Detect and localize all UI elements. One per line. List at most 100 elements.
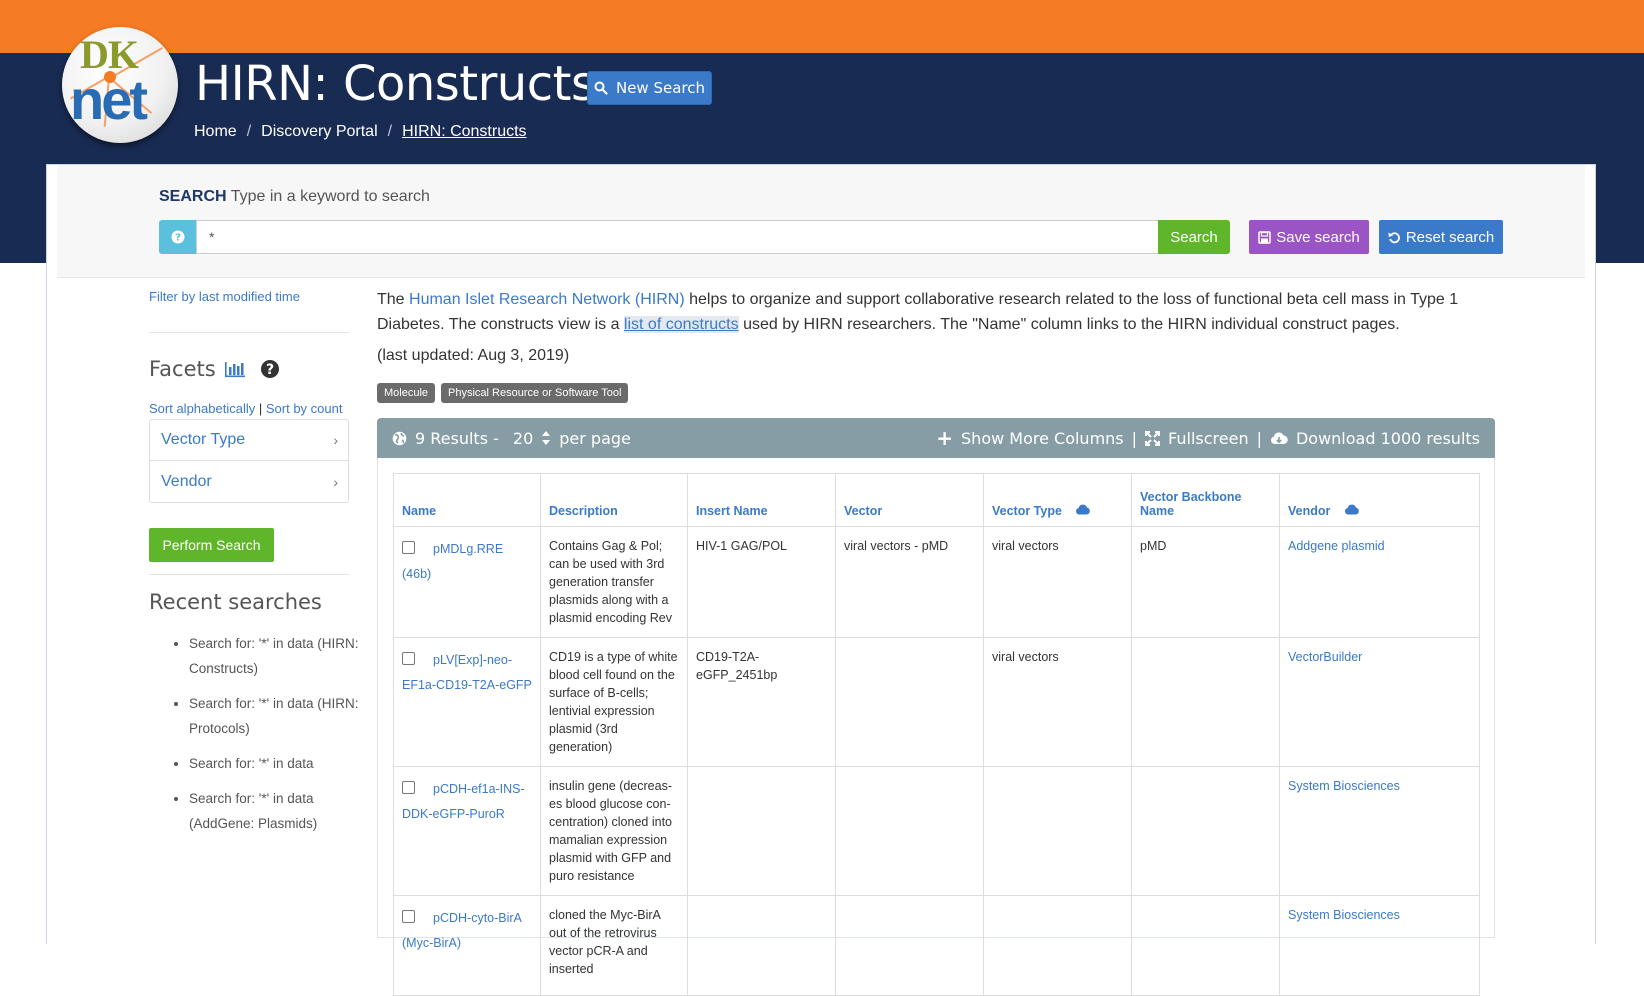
svg-text:?: ?: [175, 233, 181, 244]
last-updated-text: (last updated: Aug 3, 2019): [377, 347, 570, 364]
cloud-icon[interactable]: [1075, 504, 1091, 515]
floppy-icon: [1258, 230, 1272, 244]
tag-physical-resource[interactable]: Physical Resource or Software Tool: [441, 383, 629, 403]
facet-vendor[interactable]: Vendor ›: [150, 461, 348, 502]
facet-sort-links: Sort alphabetically | Sort by count: [149, 401, 342, 416]
results-toolbar: 9 Results - 20 per page + Show More Colu…: [377, 418, 1495, 458]
bar-chart-icon[interactable]: [224, 360, 246, 378]
column-header-vector-type[interactable]: Vector Type: [983, 473, 1132, 527]
sort-separator: |: [258, 401, 263, 416]
column-header-vendor[interactable]: Vendor: [1279, 473, 1480, 527]
list-of-constructs-link[interactable]: list of constructs: [623, 316, 739, 333]
backbone-cell: [1131, 766, 1280, 896]
vector-type-cell: viral vectors: [983, 526, 1132, 638]
vendor-cell: System Biosciences: [1279, 895, 1480, 996]
search-label-bold: SEARCH: [159, 188, 227, 205]
filter-by-modified-link[interactable]: Filter by last modified time: [149, 289, 300, 304]
vendor-cell: Addgene plasmid: [1279, 526, 1480, 638]
name-cell: pLV[Exp]-neo-EF1a-CD19-T2A-eGFP: [393, 637, 541, 767]
breadcrumb-home[interactable]: Home: [194, 123, 237, 141]
construct-name-link[interactable]: pCDH-ef1a-INS-DDK-eGFP-PuroR: [402, 782, 525, 821]
vendor-link[interactable]: System Biosciences: [1288, 908, 1400, 922]
table-row: pCDH-ef1a-INS-DDK-eGFP-PuroR insulin gen…: [393, 766, 1480, 896]
column-header-vector-backbone-name[interactable]: Vector Backbone Name: [1131, 473, 1280, 527]
table-row: pMDLg.RRE (46b) Contains Gag & Pol; can …: [393, 526, 1480, 638]
breadcrumb-discovery-portal[interactable]: Discovery Portal: [261, 123, 377, 141]
dknet-logo[interactable]: DK net: [62, 27, 178, 143]
hirn-link[interactable]: Human Islet Research Network (HIRN): [409, 291, 685, 308]
sidebar-divider: [149, 332, 349, 333]
main-panel: SEARCH Type in a keyword to search ? Sea…: [46, 164, 1596, 996]
recent-search-item[interactable]: Search for: '*' in data (HIRN: Protocols…: [189, 691, 359, 741]
perform-search-button[interactable]: Perform Search: [149, 528, 274, 562]
search-button[interactable]: Search: [1158, 220, 1230, 254]
recent-search-item[interactable]: Search for: '*' in data (AddGene: Plasmi…: [189, 786, 359, 836]
fullscreen-button[interactable]: Fullscreen: [1168, 429, 1249, 448]
column-header-label: Vendor: [1288, 504, 1331, 518]
sort-alphabetically-link[interactable]: Sort alphabetically: [149, 401, 255, 416]
search-help-button[interactable]: ?: [159, 220, 197, 254]
search-box: SEARCH Type in a keyword to search ? Sea…: [57, 165, 1585, 278]
chevron-right-icon: ›: [333, 432, 338, 448]
row-checkbox[interactable]: [402, 541, 415, 555]
save-search-button[interactable]: Save search: [1249, 220, 1369, 254]
row-checkbox[interactable]: [402, 781, 415, 795]
construct-name-link[interactable]: pLV[Exp]-neo-EF1a-CD19-T2A-eGFP: [402, 653, 532, 692]
row-checkbox[interactable]: [402, 652, 415, 666]
recent-searches-list: Search for: '*' in data (HIRN: Construct…: [189, 631, 359, 846]
breadcrumb-current[interactable]: HIRN: Constructs: [402, 123, 526, 141]
show-more-columns-button[interactable]: Show More Columns: [961, 429, 1124, 448]
recent-search-item[interactable]: Search for: '*' in data: [189, 751, 359, 776]
table-row: pLV[Exp]-neo-EF1a-CD19-T2A-eGFP CD19 is …: [393, 637, 1480, 767]
description-cell: insulin gene (decreas-es blood glucose c…: [540, 766, 688, 896]
category-tags: Molecule Physical Resource or Software T…: [377, 383, 629, 403]
sidebar-divider: [149, 574, 349, 575]
insert-name-cell: [687, 766, 836, 896]
sort-icon[interactable]: [541, 430, 551, 446]
column-header-vector[interactable]: Vector: [835, 473, 984, 527]
name-cell: pCDH-ef1a-INS-DDK-eGFP-PuroR: [393, 766, 541, 896]
column-header-label: Vector Type: [992, 504, 1062, 518]
logo-dot: [104, 71, 116, 83]
vendor-link[interactable]: Addgene plasmid: [1288, 539, 1385, 553]
backbone-cell: [1131, 637, 1280, 767]
facet-vector-type[interactable]: Vector Type ›: [150, 420, 348, 461]
cloud-icon[interactable]: [1344, 504, 1360, 515]
sort-by-count-link[interactable]: Sort by count: [266, 401, 343, 416]
construct-name-link[interactable]: pMDLg.RRE (46b): [402, 542, 503, 581]
download-results-button[interactable]: Download 1000 results: [1296, 429, 1480, 448]
construct-name-link[interactable]: pCDH-cyto-BirA (Myc-BirA): [402, 911, 521, 950]
vendor-cell: System Biosciences: [1279, 766, 1480, 896]
insert-name-cell: [687, 895, 836, 996]
chevron-right-icon: ›: [333, 473, 338, 490]
search-input[interactable]: [196, 220, 1159, 254]
vector-cell: [835, 637, 984, 767]
name-cell: pCDH-cyto-BirA (Myc-BirA): [393, 895, 541, 996]
reset-search-button[interactable]: Reset search: [1379, 220, 1503, 254]
new-search-button[interactable]: New Search: [587, 71, 712, 105]
recent-search-item[interactable]: Search for: '*' in data (HIRN: Construct…: [189, 631, 359, 681]
row-checkbox[interactable]: [402, 910, 415, 924]
per-page-select[interactable]: 20: [513, 429, 533, 448]
breadcrumb-separator: /: [246, 123, 252, 140]
insert-name-cell: CD19-T2A-eGFP_2451bp: [687, 637, 836, 767]
new-search-label: New Search: [615, 79, 706, 97]
toolbar-separator: |: [1131, 428, 1138, 448]
intro-part: used by HIRN researchers. The "Name" col…: [738, 316, 1400, 333]
results-table: Name Description Insert Name Vector Vect…: [393, 473, 1480, 996]
tag-molecule[interactable]: Molecule: [377, 383, 436, 403]
facets-title: Facets: [149, 357, 216, 381]
search-label: SEARCH Type in a keyword to search: [159, 188, 430, 206]
results-count: 9 Results -: [415, 428, 499, 448]
column-header-description[interactable]: Description: [540, 473, 688, 527]
facets-heading: Facets ?: [149, 357, 280, 381]
column-header-insert-name[interactable]: Insert Name: [687, 473, 836, 527]
vendor-link[interactable]: VectorBuilder: [1288, 650, 1362, 664]
vector-cell: [835, 766, 984, 896]
svg-text:?: ?: [266, 362, 274, 378]
question-circle-icon[interactable]: ?: [260, 359, 280, 379]
vendor-link[interactable]: System Biosciences: [1288, 779, 1400, 793]
globe-icon: [392, 431, 407, 445]
intro-text: The Human Islet Research Network (HIRN) …: [377, 287, 1472, 337]
column-header-name[interactable]: Name: [393, 473, 541, 527]
